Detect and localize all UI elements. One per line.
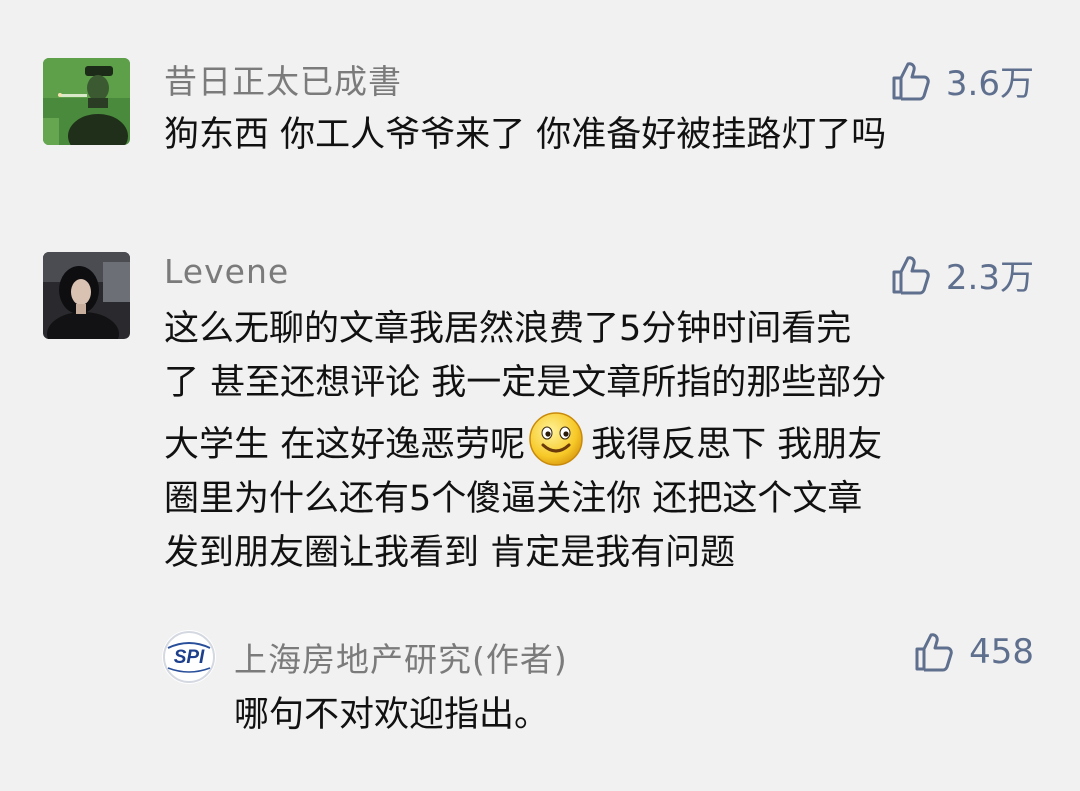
like-count: 3.6万 <box>945 64 1034 104</box>
avatar-soldier-smoking-image <box>43 58 130 145</box>
avatar[interactable]: SPI <box>162 630 216 684</box>
like-button[interactable]: 2.3万 <box>890 250 1034 299</box>
reply-text-line: 哪句不对欢迎指出。 <box>234 695 550 735</box>
comment-text: 狗东西 你工人爷爷来了 你准备好被挂路灯了吗 <box>164 108 886 162</box>
username[interactable]: 上海房地产研究(作者) <box>234 633 568 681</box>
comment-text-line: 这么无聊的文章我居然浪费了5分钟时间看完 <box>164 309 852 349</box>
avatar-woman-dark-hair-image <box>43 252 130 339</box>
comment-text-segment: 我得反思下 我朋友 <box>591 425 883 465</box>
thumbs-up-icon <box>913 631 955 673</box>
avatar[interactable] <box>43 252 130 339</box>
avatar[interactable] <box>43 58 130 145</box>
comment-item: 昔日正太已成書 3.6万 狗东西 你工人爷爷来了 你准备好被挂路灯了吗 <box>0 0 1080 180</box>
spi-logo-icon: SPI <box>162 630 216 684</box>
comment-text-line: 了 甚至还想评论 我一定是文章所指的那些部分 <box>164 363 887 403</box>
like-button[interactable]: 3.6万 <box>890 56 1034 105</box>
comment-text-line: 圈里为什么还有5个傻逼关注你 还把这个文章 <box>164 479 863 519</box>
like-count: 458 <box>969 632 1034 672</box>
thumbs-up-icon <box>890 254 932 296</box>
comment-text-line: 狗东西 你工人爷爷来了 你准备好被挂路灯了吗 <box>164 115 887 155</box>
reply-text: 哪句不对欢迎指出。 <box>234 688 549 742</box>
smiley-emoji-icon <box>527 410 585 468</box>
like-button[interactable]: 458 <box>913 631 1034 673</box>
username[interactable]: 昔日正太已成書 <box>164 55 402 103</box>
username[interactable]: Levene <box>164 252 289 291</box>
svg-text:SPI: SPI <box>174 647 205 668</box>
comment-text-segment: 大学生 在这好逸恶劳呢 <box>164 425 526 465</box>
like-count: 2.3万 <box>945 258 1034 298</box>
comment-text-line: 大学生 在这好逸恶劳呢 我得反思下 我朋友 <box>164 410 886 472</box>
comment-text-line: 发到朋友圈让我看到 肯定是我有问题 <box>164 533 736 573</box>
comment-text: 这么无聊的文章我居然浪费了5分钟时间看完 了 甚至还想评论 我一定是文章所指的那… <box>164 302 886 580</box>
thumbs-up-icon <box>890 60 932 102</box>
